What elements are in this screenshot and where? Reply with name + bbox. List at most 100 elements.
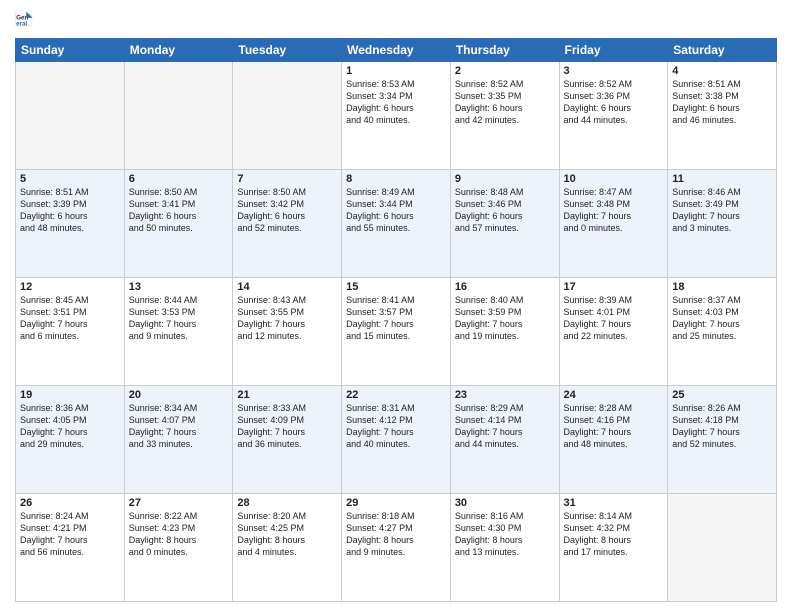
day-number: 20 xyxy=(129,389,229,401)
calendar-cell: 15Sunrise: 8:41 AM Sunset: 3:57 PM Dayli… xyxy=(342,278,451,386)
day-info: Sunrise: 8:29 AM Sunset: 4:14 PM Dayligh… xyxy=(455,402,555,451)
day-number: 5 xyxy=(20,173,120,185)
day-info: Sunrise: 8:36 AM Sunset: 4:05 PM Dayligh… xyxy=(20,402,120,451)
calendar-cell: 5Sunrise: 8:51 AM Sunset: 3:39 PM Daylig… xyxy=(16,170,125,278)
day-info: Sunrise: 8:44 AM Sunset: 3:53 PM Dayligh… xyxy=(129,294,229,343)
calendar-cell: 30Sunrise: 8:16 AM Sunset: 4:30 PM Dayli… xyxy=(450,494,559,602)
day-number: 26 xyxy=(20,497,120,509)
calendar-week-row: 19Sunrise: 8:36 AM Sunset: 4:05 PM Dayli… xyxy=(16,386,777,494)
calendar-cell: 7Sunrise: 8:50 AM Sunset: 3:42 PM Daylig… xyxy=(233,170,342,278)
day-info: Sunrise: 8:43 AM Sunset: 3:55 PM Dayligh… xyxy=(237,294,337,343)
day-number: 2 xyxy=(455,65,555,77)
calendar-cell: 28Sunrise: 8:20 AM Sunset: 4:25 PM Dayli… xyxy=(233,494,342,602)
day-info: Sunrise: 8:50 AM Sunset: 3:41 PM Dayligh… xyxy=(129,186,229,235)
day-number: 19 xyxy=(20,389,120,401)
day-info: Sunrise: 8:22 AM Sunset: 4:23 PM Dayligh… xyxy=(129,510,229,559)
calendar-week-row: 5Sunrise: 8:51 AM Sunset: 3:39 PM Daylig… xyxy=(16,170,777,278)
day-number: 22 xyxy=(346,389,446,401)
calendar-cell xyxy=(16,62,125,170)
calendar-cell: 6Sunrise: 8:50 AM Sunset: 3:41 PM Daylig… xyxy=(124,170,233,278)
day-number: 3 xyxy=(564,65,664,77)
day-info: Sunrise: 8:50 AM Sunset: 3:42 PM Dayligh… xyxy=(237,186,337,235)
calendar-cell: 11Sunrise: 8:46 AM Sunset: 3:49 PM Dayli… xyxy=(668,170,777,278)
day-number: 12 xyxy=(20,281,120,293)
day-info: Sunrise: 8:52 AM Sunset: 3:36 PM Dayligh… xyxy=(564,78,664,127)
day-info: Sunrise: 8:14 AM Sunset: 4:32 PM Dayligh… xyxy=(564,510,664,559)
col-friday: Friday xyxy=(559,39,668,62)
calendar-cell xyxy=(233,62,342,170)
day-number: 23 xyxy=(455,389,555,401)
calendar-cell: 20Sunrise: 8:34 AM Sunset: 4:07 PM Dayli… xyxy=(124,386,233,494)
day-info: Sunrise: 8:26 AM Sunset: 4:18 PM Dayligh… xyxy=(672,402,772,451)
calendar-cell: 14Sunrise: 8:43 AM Sunset: 3:55 PM Dayli… xyxy=(233,278,342,386)
calendar-week-row: 1Sunrise: 8:53 AM Sunset: 3:34 PM Daylig… xyxy=(16,62,777,170)
day-info: Sunrise: 8:40 AM Sunset: 3:59 PM Dayligh… xyxy=(455,294,555,343)
calendar-week-row: 26Sunrise: 8:24 AM Sunset: 4:21 PM Dayli… xyxy=(16,494,777,602)
day-number: 4 xyxy=(672,65,772,77)
calendar-cell: 16Sunrise: 8:40 AM Sunset: 3:59 PM Dayli… xyxy=(450,278,559,386)
day-info: Sunrise: 8:47 AM Sunset: 3:48 PM Dayligh… xyxy=(564,186,664,235)
logo-icon: Gen eral xyxy=(15,10,33,32)
day-number: 25 xyxy=(672,389,772,401)
calendar-cell: 25Sunrise: 8:26 AM Sunset: 4:18 PM Dayli… xyxy=(668,386,777,494)
calendar-cell: 10Sunrise: 8:47 AM Sunset: 3:48 PM Dayli… xyxy=(559,170,668,278)
day-number: 17 xyxy=(564,281,664,293)
calendar-header-row: Sunday Monday Tuesday Wednesday Thursday… xyxy=(16,39,777,62)
day-info: Sunrise: 8:28 AM Sunset: 4:16 PM Dayligh… xyxy=(564,402,664,451)
calendar-cell xyxy=(124,62,233,170)
day-info: Sunrise: 8:51 AM Sunset: 3:38 PM Dayligh… xyxy=(672,78,772,127)
day-number: 29 xyxy=(346,497,446,509)
calendar-cell: 24Sunrise: 8:28 AM Sunset: 4:16 PM Dayli… xyxy=(559,386,668,494)
calendar-cell: 23Sunrise: 8:29 AM Sunset: 4:14 PM Dayli… xyxy=(450,386,559,494)
calendar-cell: 27Sunrise: 8:22 AM Sunset: 4:23 PM Dayli… xyxy=(124,494,233,602)
calendar-cell: 18Sunrise: 8:37 AM Sunset: 4:03 PM Dayli… xyxy=(668,278,777,386)
calendar-cell: 13Sunrise: 8:44 AM Sunset: 3:53 PM Dayli… xyxy=(124,278,233,386)
day-number: 6 xyxy=(129,173,229,185)
day-number: 8 xyxy=(346,173,446,185)
col-tuesday: Tuesday xyxy=(233,39,342,62)
page: Gen eral Sunday Monday Tuesday Wednesday… xyxy=(0,0,792,612)
col-saturday: Saturday xyxy=(668,39,777,62)
day-info: Sunrise: 8:24 AM Sunset: 4:21 PM Dayligh… xyxy=(20,510,120,559)
day-number: 1 xyxy=(346,65,446,77)
svg-text:eral: eral xyxy=(16,21,27,28)
calendar-cell: 8Sunrise: 8:49 AM Sunset: 3:44 PM Daylig… xyxy=(342,170,451,278)
day-number: 7 xyxy=(237,173,337,185)
day-info: Sunrise: 8:31 AM Sunset: 4:12 PM Dayligh… xyxy=(346,402,446,451)
col-sunday: Sunday xyxy=(16,39,125,62)
calendar-cell: 29Sunrise: 8:18 AM Sunset: 4:27 PM Dayli… xyxy=(342,494,451,602)
day-number: 15 xyxy=(346,281,446,293)
day-number: 13 xyxy=(129,281,229,293)
calendar-cell: 26Sunrise: 8:24 AM Sunset: 4:21 PM Dayli… xyxy=(16,494,125,602)
calendar-cell xyxy=(668,494,777,602)
calendar-cell: 3Sunrise: 8:52 AM Sunset: 3:36 PM Daylig… xyxy=(559,62,668,170)
day-info: Sunrise: 8:48 AM Sunset: 3:46 PM Dayligh… xyxy=(455,186,555,235)
day-number: 30 xyxy=(455,497,555,509)
logo: Gen eral xyxy=(15,10,35,32)
day-info: Sunrise: 8:16 AM Sunset: 4:30 PM Dayligh… xyxy=(455,510,555,559)
day-info: Sunrise: 8:46 AM Sunset: 3:49 PM Dayligh… xyxy=(672,186,772,235)
day-info: Sunrise: 8:18 AM Sunset: 4:27 PM Dayligh… xyxy=(346,510,446,559)
day-number: 28 xyxy=(237,497,337,509)
calendar-cell: 21Sunrise: 8:33 AM Sunset: 4:09 PM Dayli… xyxy=(233,386,342,494)
day-info: Sunrise: 8:34 AM Sunset: 4:07 PM Dayligh… xyxy=(129,402,229,451)
day-info: Sunrise: 8:51 AM Sunset: 3:39 PM Dayligh… xyxy=(20,186,120,235)
day-number: 31 xyxy=(564,497,664,509)
day-info: Sunrise: 8:41 AM Sunset: 3:57 PM Dayligh… xyxy=(346,294,446,343)
calendar-cell: 12Sunrise: 8:45 AM Sunset: 3:51 PM Dayli… xyxy=(16,278,125,386)
calendar-cell: 19Sunrise: 8:36 AM Sunset: 4:05 PM Dayli… xyxy=(16,386,125,494)
day-info: Sunrise: 8:53 AM Sunset: 3:34 PM Dayligh… xyxy=(346,78,446,127)
day-number: 21 xyxy=(237,389,337,401)
calendar-cell: 31Sunrise: 8:14 AM Sunset: 4:32 PM Dayli… xyxy=(559,494,668,602)
day-info: Sunrise: 8:37 AM Sunset: 4:03 PM Dayligh… xyxy=(672,294,772,343)
day-number: 16 xyxy=(455,281,555,293)
calendar-cell: 4Sunrise: 8:51 AM Sunset: 3:38 PM Daylig… xyxy=(668,62,777,170)
day-number: 11 xyxy=(672,173,772,185)
col-thursday: Thursday xyxy=(450,39,559,62)
day-number: 18 xyxy=(672,281,772,293)
calendar-week-row: 12Sunrise: 8:45 AM Sunset: 3:51 PM Dayli… xyxy=(16,278,777,386)
day-info: Sunrise: 8:49 AM Sunset: 3:44 PM Dayligh… xyxy=(346,186,446,235)
day-number: 27 xyxy=(129,497,229,509)
day-info: Sunrise: 8:33 AM Sunset: 4:09 PM Dayligh… xyxy=(237,402,337,451)
col-wednesday: Wednesday xyxy=(342,39,451,62)
